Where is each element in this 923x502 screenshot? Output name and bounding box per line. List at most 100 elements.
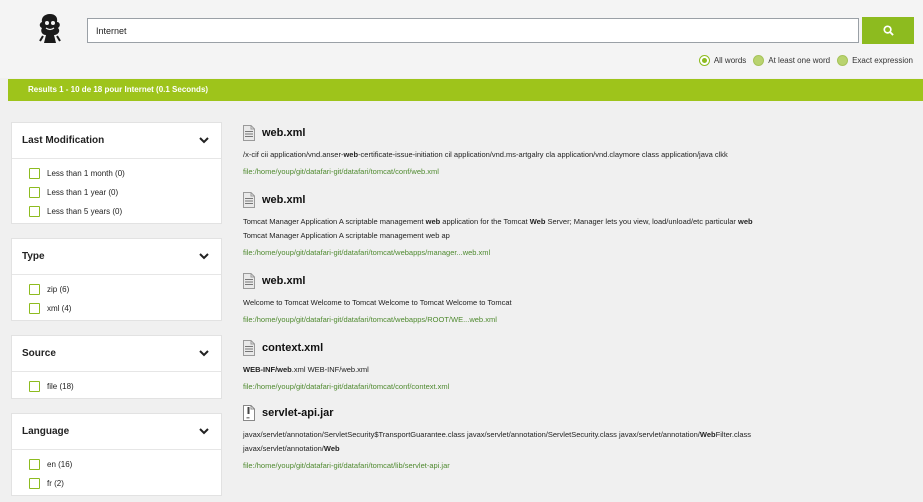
facet-option-label: zip (6) (47, 285, 70, 294)
snippet-text: javax/servlet/annotation/ (243, 444, 324, 453)
facet-options: en (16) fr (2) (12, 450, 221, 495)
xml-file-icon (243, 125, 255, 141)
facet-option[interactable]: Less than 1 month (0) (29, 164, 221, 183)
facet-options: Less than 1 month (0) Less than 1 year (0… (12, 159, 221, 223)
result-title-link[interactable]: web.xml (262, 194, 305, 206)
snippet-line: javax/servlet/annotation/ServletSecurity… (243, 428, 913, 442)
facet-option[interactable]: fr (2) (29, 474, 221, 493)
result-header: web.xml (243, 270, 913, 292)
result-url-link[interactable]: file:/home/youp/git/datafari-git/datafar… (243, 382, 913, 394)
facet-option[interactable]: file (18) (29, 377, 221, 396)
facet-checkbox[interactable] (29, 381, 40, 392)
chevron-down-icon[interactable] (199, 350, 209, 357)
snippet-text: -certificate-issue-initiation cil applic… (358, 150, 728, 159)
top-bar: All words At least one word Exact expressi… (0, 0, 923, 78)
search-button[interactable] (862, 17, 914, 44)
facet-checkbox[interactable] (29, 284, 40, 295)
result-title-link[interactable]: context.xml (262, 342, 323, 354)
result-header: servlet-api.jar (243, 402, 913, 424)
facet-option-label: Less than 5 years (0) (47, 207, 123, 216)
result-item: context.xml WEB-INF/web.xml WEB-INF/web.x… (243, 337, 913, 394)
xml-file-icon (243, 273, 255, 289)
facet-header[interactable]: Last Modification (12, 123, 221, 159)
results-list: web.xml/x-cif cii application/vnd.anser-… (243, 122, 913, 473)
match-option-radio[interactable] (698, 55, 710, 66)
snippet-line: WEB-INF/web.xml WEB-INF/web.xml (243, 363, 913, 377)
facet-header[interactable]: Type (12, 239, 221, 275)
result-snippet: javax/servlet/annotation/ServletSecurity… (243, 428, 913, 456)
chevron-down-icon[interactable] (199, 428, 209, 435)
facet-checkbox[interactable] (29, 168, 40, 179)
result-item: servlet-api.jar javax/servlet/annotation/… (243, 402, 913, 473)
facet-header[interactable]: Language (12, 414, 221, 450)
snippet-text: Filter.class (715, 430, 752, 439)
xml-file-icon (243, 340, 255, 356)
result-header: context.xml (243, 337, 913, 359)
result-url-link[interactable]: file:/home/youp/git/datafari-git/datafar… (243, 248, 913, 260)
result-url-link[interactable]: file:/home/youp/git/datafari-git/datafar… (243, 315, 913, 327)
facet-title: Source (22, 348, 56, 359)
facet-sidebar: Last Modification Less than 1 month (0) Le… (11, 122, 222, 502)
result-item: web.xml Welcome to Tomcat Welcome to Tomc… (243, 270, 913, 327)
facet-checkbox[interactable] (29, 187, 40, 198)
facet-header[interactable]: Source (12, 336, 221, 372)
result-snippet: Tomcat Manager Application A scriptable … (243, 215, 913, 243)
facet-checkbox[interactable] (29, 478, 40, 489)
snippet-text: application for the Tomcat (440, 217, 530, 226)
snippet-highlight: web (343, 150, 359, 159)
result-title-link[interactable]: web.xml (262, 275, 305, 287)
facet-panel: Source file (18) (11, 335, 222, 399)
snippet-highlight: Web (529, 217, 546, 226)
result-item: web.xml/x-cif cii application/vnd.anser-… (243, 122, 913, 179)
facet-option-label: Less than 1 month (0) (47, 169, 125, 178)
snippet-line: /x-cif cii application/vnd.anser-web-cer… (243, 148, 913, 162)
search-input[interactable] (87, 18, 859, 43)
snippet-line: javax/servlet/annotation/Web (243, 442, 913, 456)
results-summary: Results 1 - 10 de 18 pour Internet (0.1 … (8, 79, 923, 101)
facet-checkbox[interactable] (29, 206, 40, 217)
snippet-text: Tomcat Manager Application A scriptable … (243, 231, 450, 240)
facet-panel: Type zip (6) xml (4) (11, 238, 222, 321)
result-header: web.xml (243, 122, 913, 144)
facet-title: Language (22, 426, 70, 437)
snippet-highlight: web (738, 217, 753, 226)
snippet-text: .xml WEB-INF/web.xml (291, 365, 369, 374)
datafari-logo-icon (39, 14, 61, 43)
result-url-link[interactable]: file:/home/youp/git/datafari-git/datafar… (243, 167, 913, 179)
match-option-radio[interactable] (837, 55, 849, 66)
facet-option[interactable]: Less than 1 year (0) (29, 183, 221, 202)
result-title-link[interactable]: web.xml (262, 127, 305, 139)
result-title-link[interactable]: servlet-api.jar (262, 407, 334, 419)
snippet-text: javax/servlet/annotation/ServletSecurity… (243, 430, 700, 439)
facet-option[interactable]: Less than 5 years (0) (29, 202, 221, 221)
match-option-label: Exact expression (852, 56, 913, 65)
snippet-highlight: web (277, 365, 292, 374)
facet-option[interactable]: xml (4) (29, 299, 221, 318)
facet-checkbox[interactable] (29, 303, 40, 314)
snippet-highlight: web (425, 217, 441, 226)
facet-option-label: Less than 1 year (0) (47, 188, 119, 197)
snippet-highlight: Web (323, 444, 340, 453)
match-option-label: At least one word (768, 56, 831, 65)
facet-option-label: file (18) (47, 382, 74, 391)
facet-option[interactable]: en (16) (29, 455, 221, 474)
snippet-text: /x-cif cii application/vnd.anser- (243, 150, 344, 159)
snippet-highlight: Web (699, 430, 716, 439)
chevron-down-icon[interactable] (199, 137, 209, 144)
result-snippet: WEB-INF/web.xml WEB-INF/web.xml (243, 363, 913, 377)
match-option-label: All words (713, 56, 747, 65)
match-option-radio[interactable] (753, 55, 765, 66)
facet-option[interactable]: zip (6) (29, 280, 221, 299)
jar-file-icon (243, 405, 255, 421)
facet-panel: Last Modification Less than 1 month (0) Le… (11, 122, 222, 224)
facet-option-label: fr (2) (47, 479, 64, 488)
result-url-link[interactable]: file:/home/youp/git/datafari-git/datafar… (243, 461, 913, 473)
result-header: web.xml (243, 189, 913, 211)
xml-file-icon (243, 192, 255, 208)
chevron-down-icon[interactable] (199, 253, 209, 260)
facet-option-label: en (16) (47, 460, 73, 469)
match-options: All words At least one word Exact expressi… (696, 55, 913, 66)
facet-checkbox[interactable] (29, 459, 40, 470)
snippet-line: Tomcat Manager Application A scriptable … (243, 215, 913, 229)
facet-title: Type (22, 251, 45, 262)
